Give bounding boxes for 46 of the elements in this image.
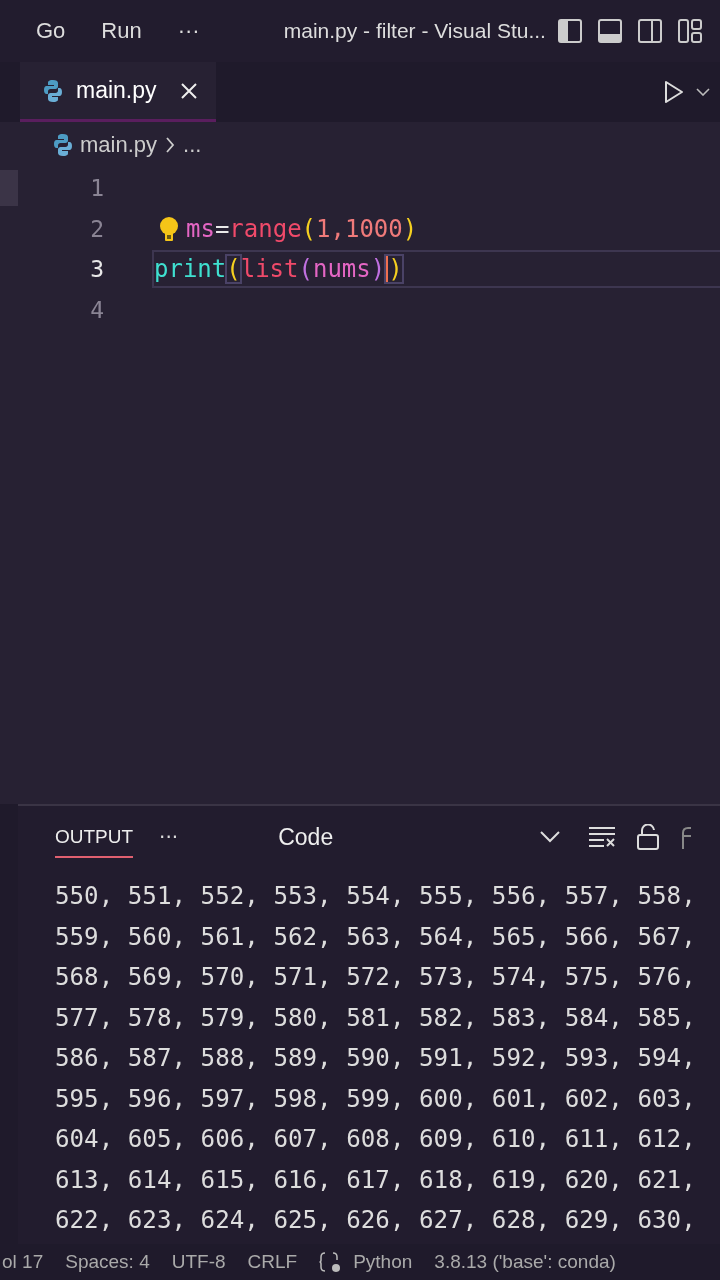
open-editor-icon[interactable] (680, 824, 693, 850)
close-icon[interactable] (180, 81, 198, 100)
status-item[interactable]: 3.8.13 ('base': conda) (434, 1251, 616, 1273)
language-mode[interactable]: Python (353, 1251, 413, 1273)
clear-output-icon[interactable] (588, 826, 617, 848)
output-line: 595, 596, 597, 598, 599, 600, 601, 602, 603, (55, 1083, 697, 1115)
code-line: ms=range(1,1000) (186, 214, 418, 243)
status-item[interactable]: UTF-8 (171, 1251, 226, 1273)
output-line: 568, 569, 570, 571, 572, 573, 574, 575, 576, (55, 962, 697, 993)
chevron-right-icon (165, 136, 176, 154)
output-line: 613, 614, 615, 616, 617, 618, 619, 620, 621, (55, 1164, 697, 1196)
line-number: 2 (89, 215, 104, 242)
output-line: 586, 587, 588, 589, 590, 591, 592, 593, 594, (55, 1043, 697, 1074)
line-number: 1 (89, 175, 104, 202)
editor-tab[interactable]: main.py (20, 62, 216, 122)
menu-item[interactable]: Go (36, 18, 66, 44)
more-button[interactable]: ··· (159, 825, 179, 849)
layout-grid-icon[interactable] (677, 19, 702, 43)
menu-item[interactable]: ··· (177, 18, 200, 44)
status-item[interactable]: CRLF (247, 1251, 298, 1273)
output-line: 604, 605, 606, 607, 608, 609, 610, 611, 612, (55, 1124, 697, 1155)
breadcrumb-item[interactable]: main.py (80, 132, 158, 158)
lightbulb-icon[interactable] (158, 215, 180, 242)
channel-dropdown[interactable]: Code (278, 823, 561, 851)
code-line: print(list(nums)) (154, 255, 403, 284)
chevron-down-icon[interactable] (696, 88, 710, 96)
status-item[interactable]: ol 17 (2, 1251, 44, 1273)
run-icon[interactable] (664, 80, 684, 104)
status-item[interactable]: Spaces: 4 (65, 1251, 150, 1273)
output-line: 559, 560, 561, 562, 563, 564, 565, 566, 567, (55, 921, 697, 953)
chevron-down-icon (540, 831, 561, 843)
line-number: 4 (89, 296, 104, 323)
breadcrumb-item[interactable]: ... (183, 132, 202, 158)
output-line: 622, 623, 624, 625, 626, 627, 628, 629, 630, (55, 1205, 697, 1236)
panel-bottom-icon[interactable] (597, 19, 622, 43)
lock-icon[interactable] (636, 824, 661, 850)
output-line: 577, 578, 579, 580, 581, 582, 583, 584, 585, (55, 1002, 697, 1034)
menu-item[interactable]: Run (101, 18, 142, 44)
line-number: 3 (89, 256, 104, 283)
python-icon (54, 133, 72, 157)
window-title: main.py - filter - Visual Stu... (283, 19, 546, 43)
output-line: 550, 551, 552, 553, 554, 555, 556, 557, 558, (55, 881, 697, 912)
sidebar-right-icon[interactable] (637, 19, 662, 43)
python-icon (44, 78, 62, 103)
sidebar-left-icon[interactable] (557, 19, 582, 43)
panel-tab[interactable]: OUTPUT (55, 816, 134, 858)
